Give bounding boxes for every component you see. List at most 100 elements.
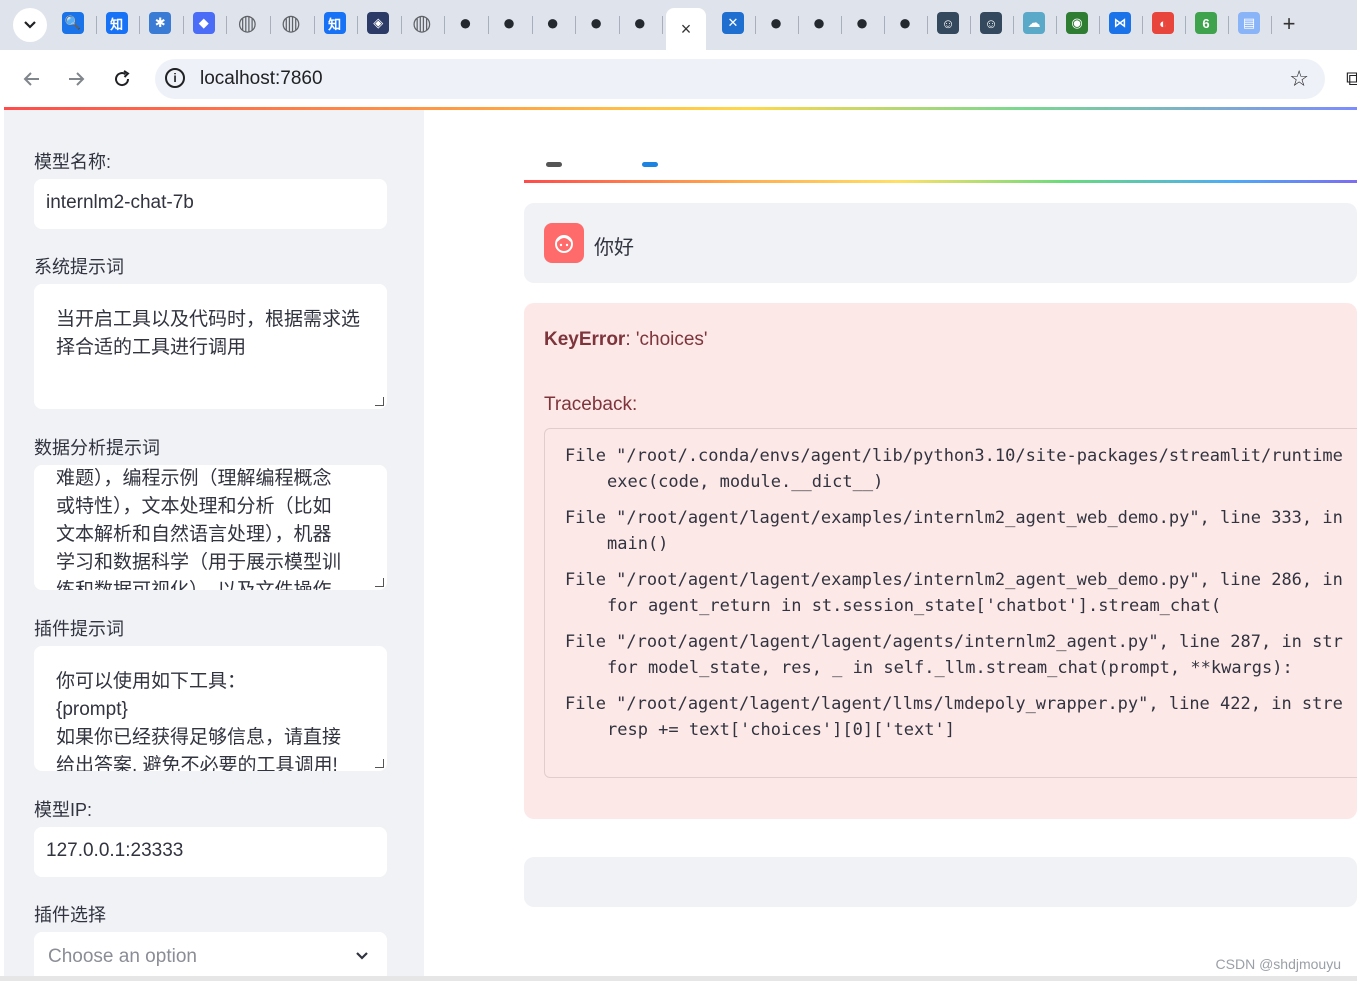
chevron-down-icon [355,944,369,967]
tab-separator [1056,16,1057,34]
model-name-label: 模型名称: [34,152,112,172]
tab-separator [1271,16,1272,34]
sidebar: 模型名称: internlm2-chat-7b 系统提示词 当开启工具以及代码时… [4,110,424,976]
github-icon[interactable]: ● [454,10,476,35]
github-icon[interactable]: ● [498,10,520,35]
traceback-file-line: File "/root/agent/lagent/lagent/agents/i… [565,632,1343,652]
plugin-select-label: 插件选择 [34,905,106,925]
user-message-text: 你好 [594,237,634,259]
tab-separator [755,16,756,34]
tab-separator [970,16,971,34]
textarea-line: 如果你已经获得足够信息，请直接 [56,727,342,748]
user-chat-message: 你好 [524,203,1357,283]
tab-separator [226,16,228,34]
tab-separator [1142,16,1143,34]
github-icon[interactable]: ● [765,10,787,35]
browser-toolbar: i localhost:7860 ☆ ⧉ [0,50,1357,108]
traceback-file-line: File "/root/.conda/envs/agent/lib/python… [565,446,1343,466]
system-prompt-textarea[interactable]: 当开启工具以及代码时，根据需求选择合适的工具进行调用 [34,284,387,409]
reload-icon [115,70,130,87]
robot-icon[interactable]: ☺ [980,12,1002,34]
traceback-frame: File "/root/agent/lagent/lagent/llms/lmd… [565,691,1343,743]
tab-separator [313,16,315,34]
cloud-icon[interactable]: ☁ [1023,12,1045,34]
tab-separator [531,16,533,34]
new-tab-button[interactable]: + [1278,13,1300,35]
system-prompt-label: 系统提示词 [34,257,124,277]
app-icon[interactable]: ◈ [367,12,390,34]
textarea-line: 你可以使用如下工具： [56,671,247,692]
traceback-code-line: main() [607,534,669,554]
watermark: CSDN @shdjmouyu [1215,956,1341,972]
model-ip-input[interactable]: 127.0.0.1:23333 [34,827,387,877]
search-icon[interactable]: 🔍 [62,12,84,34]
system-prompt-text: 当开启工具以及代码时，根据需求选择合适的工具进行调用 [56,309,361,358]
tab-separator [575,16,577,34]
close-x-icon[interactable]: ✕ [722,12,744,34]
plugin-prompt-text: 你可以使用如下工具： {prompt} 如果你已经获得足够信息，请直接 给出答案. 避… [56,668,365,771]
textarea-line: 学习和数据科学（用于展示模型训 [56,552,342,573]
site-info-icon[interactable]: i [165,68,185,88]
forward-arrow-icon [69,72,85,86]
traceback-file-line: File "/root/agent/lagent/lagent/llms/lmd… [565,694,1343,714]
active-tab[interactable]: × [666,8,706,50]
globe-icon[interactable]: ◍ [411,10,433,35]
tab-separator [182,16,184,34]
title-fragment [546,162,562,167]
resize-handle-icon[interactable] [375,397,384,406]
github-icon[interactable]: ● [894,10,916,35]
error-box: KeyError: 'choices' Traceback: File "/ro… [524,303,1357,819]
tab-separator [488,16,489,34]
traceback-code-line: for model_state, res, _ in self._llm.str… [607,658,1293,678]
leaf-icon[interactable]: 6 [1195,12,1217,34]
bookmark-star-icon[interactable]: ☆ [1289,66,1309,92]
bowtie-icon[interactable]: ⋈ [1109,12,1131,34]
tab-separator [798,16,799,34]
plugin-select[interactable]: Choose an option [34,932,387,976]
frog-icon[interactable]: ◉ [1066,12,1088,34]
textarea-line: 难题），编程示例（理解编程概念 [56,468,332,489]
error-title: KeyError: 'choices' [544,329,708,351]
resize-handle-icon[interactable] [375,578,384,587]
plugin-prompt-label: 插件提示词 [34,619,124,639]
robot-icon[interactable]: ☺ [937,12,959,34]
extensions-icon[interactable]: ⧉ [1346,68,1357,91]
forward-button[interactable] [62,65,90,93]
diamond-icon[interactable]: ◆ [192,12,215,34]
tab-search-button[interactable] [13,8,47,42]
doc-icon[interactable]: ▤ [1238,12,1260,34]
zhihu-icon[interactable]: 知 [323,12,346,34]
flame-icon[interactable]: ◐ [1152,12,1174,34]
github-icon[interactable]: ● [851,10,873,35]
url-text[interactable]: localhost:7860 [200,68,323,90]
model-name-input[interactable]: internlm2-chat-7b [34,179,387,229]
plugin-prompt-textarea[interactable]: 你可以使用如下工具： {prompt} 如果你已经获得足够信息，请直接 给出答案. 避… [34,646,387,771]
close-tab-icon[interactable]: × [681,19,692,40]
chat-input[interactable] [524,857,1357,907]
puzzle-icon[interactable]: ✱ [149,12,172,34]
github-icon[interactable]: ● [542,10,564,35]
tab-strip: 🔍 知 ✱ ◆ ◍ ◍ 知 ◈ ◍ ● ● ● ● ● × ✕ ● ● ● ● ☺ ☺ ☁ ◉ ⋈ ◐ 6 ▤ + [0,0,1357,50]
reload-button[interactable] [108,65,136,93]
globe-icon[interactable]: ◍ [280,10,302,35]
data-prompt-textarea[interactable]: 难题），编程示例（理解编程概念 或特性），文本处理和分析（比如 文本解析和自然语言处… [34,465,387,590]
tab-separator [270,16,271,34]
github-icon[interactable]: ● [808,10,830,35]
user-avatar-icon [544,223,584,263]
title-fragment [642,162,658,167]
textarea-line: 或特性），文本处理和分析（比如 [56,496,332,517]
tab-separator [1099,16,1100,34]
resize-handle-icon[interactable] [375,759,384,768]
back-arrow-icon [23,72,39,86]
globe-icon[interactable]: ◍ [236,10,258,35]
textarea-line: 文本解析和自然语言处理），机器 [56,524,332,545]
textarea-line: 练和数据可视化），以及文件操作 [56,577,365,590]
traceback-code-line: for agent_return in st.session_state['ch… [607,596,1222,616]
traceback-frame: File "/root/agent/lagent/lagent/agents/i… [565,629,1343,681]
zhihu-icon[interactable]: 知 [105,12,128,34]
github-icon[interactable]: ● [629,10,651,35]
back-button[interactable] [18,65,46,93]
address-bar[interactable]: i localhost:7860 ☆ [155,59,1325,99]
github-icon[interactable]: ● [585,10,607,35]
traceback-code-line: exec(code, module.__dict__) [607,472,884,492]
